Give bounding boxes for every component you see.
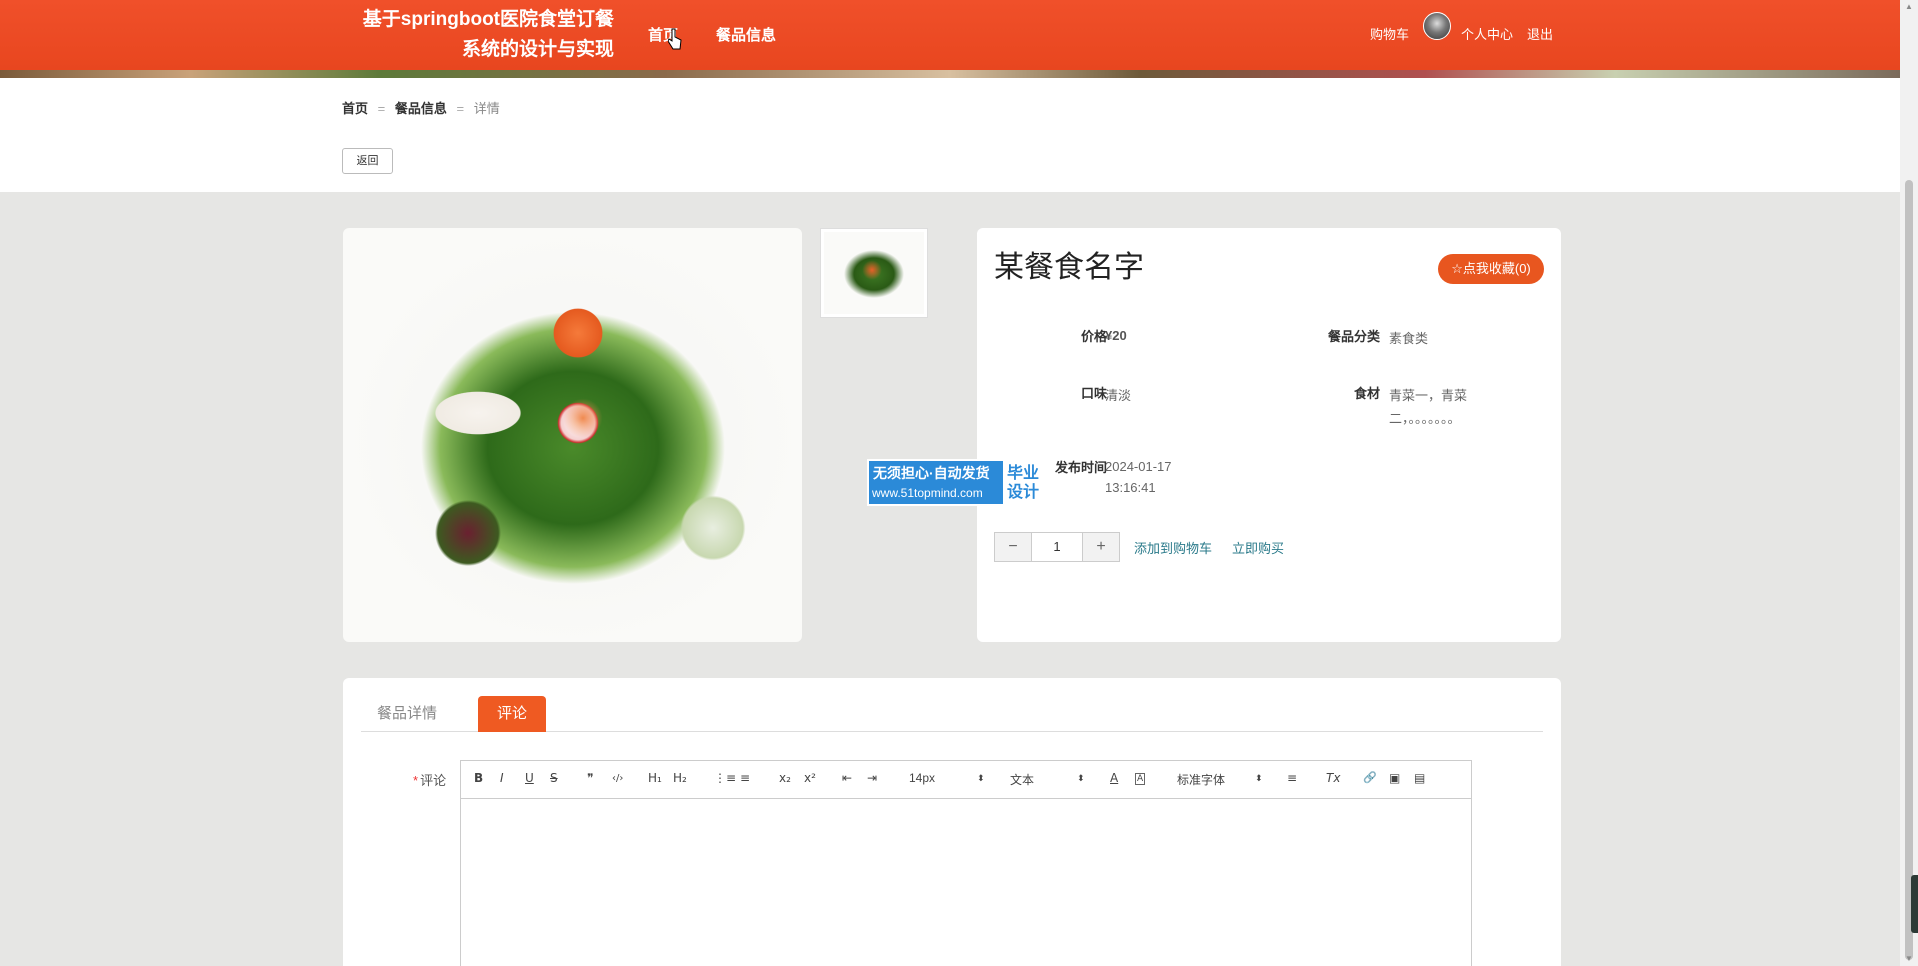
font-color-icon[interactable]: A [1110,771,1118,785]
video-icon[interactable]: ▤ [1414,771,1425,785]
strikethrough-icon[interactable]: S [550,771,558,785]
bold-icon[interactable]: B [474,771,483,785]
heading2-icon[interactable]: H₂ [673,771,687,785]
indent-icon[interactable]: ⇥ [867,771,877,785]
comment-label-text: 评论 [420,773,447,788]
subscript-icon[interactable]: x₂ [779,771,791,785]
watermark-label: 毕业 设计 [1003,461,1052,504]
breadcrumb: 首页 = 餐品信息 = 详情 [342,98,506,117]
breadcrumb-current: 详情 [473,101,500,116]
image-icon[interactable]: ▣ [1389,771,1400,785]
ordered-list-icon[interactable]: ⋮≡ [714,771,736,785]
tab-bar: 餐品详情 评论 [361,696,1543,732]
text-type-value: 文本 [1010,773,1035,787]
watermark-url: www.51topmind.com [872,486,983,500]
code-icon[interactable]: ‹/› [612,773,623,784]
details-card: 餐品详情 评论 * 评论 B I U S ❞ ‹/› H₁ H₂ ⋮≡ ≡ x₂ … [343,678,1561,966]
font-family-select[interactable]: 标准字体 ⬍ [1177,771,1267,788]
heading1-icon[interactable]: H₁ [648,771,662,785]
category-value: 素食类 [1389,331,1429,346]
font-size-value: 14px [909,771,936,785]
taste-value: 清淡 [1105,388,1132,403]
italic-icon[interactable]: I [500,771,504,785]
superscript-icon[interactable]: x² [804,771,816,785]
taste-label: 口味 [1080,386,1107,401]
favorite-button[interactable]: ☆点我收藏(0) [1438,254,1544,284]
rich-text-editor: B I U S ❞ ‹/› H₁ H₂ ⋮≡ ≡ x₂ x² ⇤ ⇥ 14px … [460,760,1472,966]
watermark-text: 无须担心·自动发货 [873,465,990,481]
side-widget-tab[interactable] [1911,875,1918,933]
watermark-badge: 无须担心·自动发货 www.51topmind.com 毕业 设计 [867,459,1052,506]
breadcrumb-section: 首页 = 餐品信息 = 详情 返回 [0,78,1900,192]
site-title: 基于springboot医院食堂订餐 系统的设计与实现 [342,5,614,65]
product-main-image [343,228,802,642]
product-name: 某餐食名字 [994,251,1144,284]
background-color-icon[interactable]: A [1135,773,1146,785]
blockquote-icon[interactable]: ❞ [587,771,593,785]
link-icon[interactable]: 🔗 [1363,771,1377,784]
bullet-list-icon[interactable]: ≡ [740,771,750,785]
tab-comments[interactable]: 评论 [478,696,546,732]
quantity-stepper: − 1 + [994,532,1120,562]
profile-link[interactable]: 个人中心 [1461,24,1513,43]
required-mark: * [413,773,419,788]
breadcrumb-separator: = [377,101,386,116]
header-banner-strip [0,70,1900,78]
thumbnail-image [824,232,924,314]
font-size-select[interactable]: 14px ⬍ [909,771,989,785]
scroll-up-icon[interactable]: ▲ [1905,2,1913,11]
clear-format-icon[interactable]: Tx [1326,771,1340,785]
editor-toolbar: B I U S ❞ ‹/› H₁ H₂ ⋮≡ ≡ x₂ x² ⇤ ⇥ 14px … [461,761,1471,799]
quantity-input[interactable]: 1 [1031,533,1083,561]
select-arrow-icon: ⬍ [977,773,985,783]
nav-meal-info[interactable]: 餐品信息 [716,24,776,45]
time-value-line2: 13:16:41 [1105,480,1156,495]
select-arrow-icon: ⬍ [1077,773,1085,783]
watermark-label-line2: 设计 [1007,484,1040,501]
quantity-minus-button[interactable]: − [995,533,1031,561]
editor-content-area[interactable] [461,799,1471,966]
category-label: 餐品分类 [1327,329,1380,344]
back-button[interactable]: 返回 [342,148,393,174]
ingredients-value-line2: 二，。。。。。。。 [1389,411,1461,426]
breadcrumb-separator: = [456,101,465,116]
cart-link[interactable]: 购物车 [1370,24,1409,43]
ingredients-value-line1: 青菜一，青菜 [1389,388,1468,403]
tab-meal-details[interactable]: 餐品详情 [377,696,437,732]
ingredients-label: 食材 [1353,386,1380,401]
mouse-cursor-icon [668,28,682,50]
page-scrollbar[interactable]: ▲ ▼ [1900,0,1918,966]
breadcrumb-category[interactable]: 餐品信息 [395,101,447,116]
product-thumbnail[interactable] [820,228,928,318]
add-to-cart-link[interactable]: 添加到购物车 [1134,538,1212,557]
outdent-icon[interactable]: ⇤ [842,771,852,785]
scroll-thumb[interactable] [1905,180,1913,960]
select-arrow-icon: ⬍ [1255,773,1263,783]
watermark-label-line1: 毕业 [1007,465,1040,482]
scroll-down-icon[interactable]: ▼ [1905,954,1913,963]
price-label: 价格 [1080,329,1107,344]
product-info-card: 某餐食名字 ☆点我收藏(0) 价格 ¥20 餐品分类 素食类 口味 清淡 食材 … [977,228,1561,642]
top-nav-bar [0,0,1900,78]
underline-icon[interactable]: U [525,771,534,785]
align-icon[interactable]: ≡ [1287,771,1297,785]
font-family-value: 标准字体 [1177,773,1226,787]
time-value-line1: 2024-01-17 [1105,459,1172,474]
price-value: ¥20 [1105,328,1127,343]
breadcrumb-home[interactable]: 首页 [342,101,368,116]
text-type-select[interactable]: 文本 ⬍ [1010,771,1090,788]
comment-field-label: * 评论 [413,770,446,789]
avatar[interactable] [1423,12,1451,40]
site-title-line2: 系统的设计与实现 [461,39,614,60]
quantity-plus-button[interactable]: + [1083,533,1119,561]
logout-link[interactable]: 退出 [1527,24,1553,43]
buy-now-link[interactable]: 立即购买 [1232,538,1284,557]
site-title-line1: 基于springboot医院食堂订餐 [362,9,614,30]
